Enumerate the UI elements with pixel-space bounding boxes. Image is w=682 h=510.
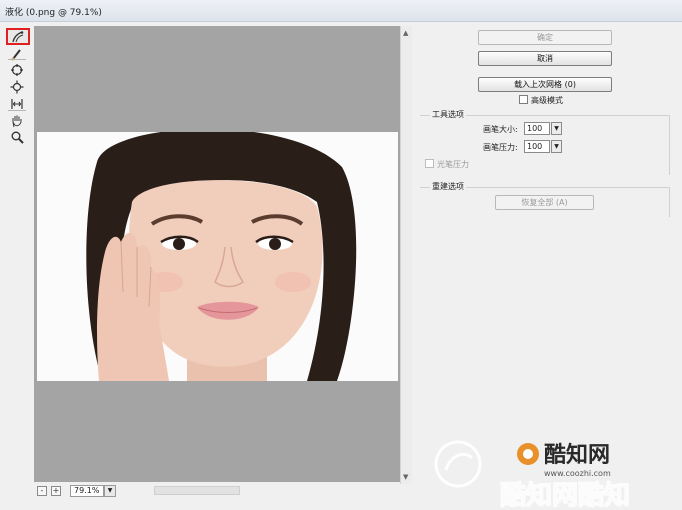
- forward-warp-icon[interactable]: [6, 28, 30, 45]
- scroll-down-icon[interactable]: ▼: [403, 473, 408, 481]
- watermark-logo: 酷知网 www.coozhi.com 酷知网酷知: [428, 430, 678, 510]
- preview-image: [37, 132, 398, 381]
- restore-all-button[interactable]: 恢复全部 (A): [495, 195, 594, 210]
- cancel-button[interactable]: 取消: [478, 51, 612, 66]
- advanced-mode-checkbox[interactable]: [519, 95, 528, 104]
- zoom-icon[interactable]: [9, 130, 25, 144]
- window-title: 液化 (0.png @ 79.1%): [5, 8, 102, 18]
- stylus-pressure-label: 光笔压力: [437, 160, 469, 169]
- zoom-level-field[interactable]: 79.1%: [70, 485, 104, 497]
- watermark-url: www.coozhi.com: [544, 469, 611, 478]
- svg-text:酷知网酷知: 酷知网酷知: [500, 481, 630, 508]
- zoom-dropdown-icon[interactable]: ▼: [104, 485, 116, 497]
- zoom-bar: - + 79.1% ▼: [34, 484, 400, 498]
- load-mesh-button[interactable]: 载入上次网格 (0): [478, 77, 612, 92]
- brush-pressure-field[interactable]: 100: [524, 140, 550, 153]
- advanced-mode-label: 高级模式: [531, 96, 563, 105]
- pucker-icon[interactable]: [9, 63, 25, 77]
- brush-size-dropdown-icon[interactable]: ▼: [551, 122, 562, 135]
- hand-icon[interactable]: [9, 114, 25, 128]
- brush-size-field[interactable]: 100: [524, 122, 550, 135]
- tool-options-title: 工具选项: [430, 109, 466, 120]
- watermark-text: 酷知网: [544, 442, 610, 468]
- stylus-pressure-checkbox[interactable]: [425, 159, 434, 168]
- preview-canvas[interactable]: [34, 26, 400, 482]
- zoom-in-button[interactable]: +: [51, 486, 61, 496]
- push-left-icon[interactable]: [9, 97, 25, 111]
- horizontal-scrollbar[interactable]: [154, 486, 240, 495]
- tool-strip: [0, 22, 34, 510]
- ok-button[interactable]: 确定: [478, 30, 612, 45]
- tool-separator: [8, 110, 26, 111]
- bloat-icon[interactable]: [9, 80, 25, 94]
- title-bar: 液化 (0.png @ 79.1%): [0, 0, 682, 22]
- zoom-out-button[interactable]: -: [37, 486, 47, 496]
- tool-separator: [8, 59, 26, 60]
- brush-pressure-label: 画笔压力:: [483, 143, 518, 152]
- scroll-up-icon[interactable]: ▲: [403, 29, 408, 37]
- brush-pressure-dropdown-icon[interactable]: ▼: [551, 140, 562, 153]
- vertical-scrollbar[interactable]: ▲ ▼: [400, 26, 412, 484]
- reconstruct-options-title: 重建选项: [430, 181, 466, 192]
- brush-size-label: 画笔大小:: [483, 125, 518, 134]
